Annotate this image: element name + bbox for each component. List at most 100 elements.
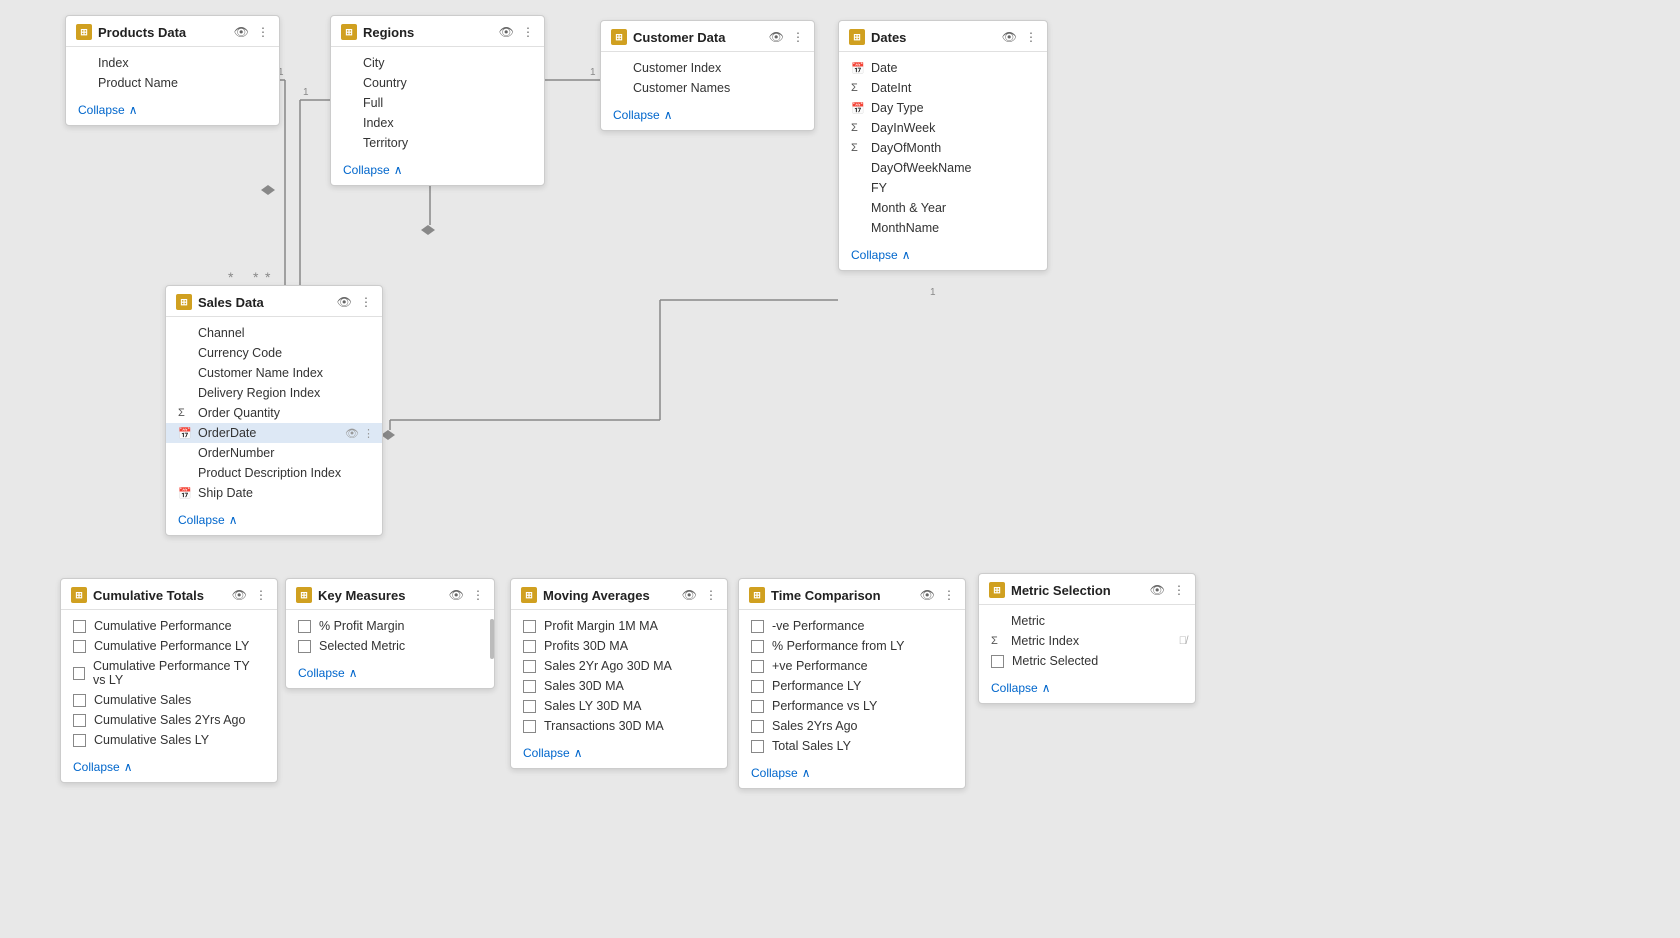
field-negative-performance[interactable]: -ve Performance bbox=[739, 616, 965, 636]
field-sales-30d-ma[interactable]: Sales 30D MA bbox=[511, 676, 727, 696]
cumulative-totals-eye-icon[interactable]: 👁 bbox=[232, 588, 247, 602]
moving-averages-actions[interactable]: 👁 ⋮ bbox=[682, 588, 717, 602]
customer-data-menu-icon[interactable]: ⋮ bbox=[792, 30, 804, 44]
field-cumulative-sales-2yrs-ago[interactable]: Cumulative Sales 2Yrs Ago bbox=[61, 710, 277, 730]
field-selected-metric[interactable]: Selected Metric bbox=[286, 636, 494, 656]
metric-selection-actions[interactable]: 👁 ⋮ bbox=[1150, 583, 1185, 597]
field-pct-performance-from-ly[interactable]: % Performance from LY bbox=[739, 636, 965, 656]
key-measures-collapse-label: Collapse bbox=[298, 666, 345, 680]
products-data-menu-icon[interactable]: ⋮ bbox=[257, 25, 269, 39]
field-country[interactable]: Country bbox=[331, 73, 544, 93]
field-dateint[interactable]: Σ DateInt bbox=[839, 78, 1047, 98]
field-regions-index[interactable]: Index bbox=[331, 113, 544, 133]
field-month-year[interactable]: Month & Year bbox=[839, 198, 1047, 218]
field-cumulative-sales-ly[interactable]: Cumulative Sales LY bbox=[61, 730, 277, 750]
field-territory[interactable]: Territory bbox=[331, 133, 544, 153]
time-comparison-eye-icon[interactable]: 👁 bbox=[920, 588, 935, 602]
key-measures-eye-icon[interactable]: 👁 bbox=[449, 588, 464, 602]
field-orderdate[interactable]: 📅 OrderDate 👁 ⋮ bbox=[166, 423, 382, 443]
cumulative-totals-collapse[interactable]: Collapse ∧ bbox=[61, 754, 277, 782]
field-profit-margin[interactable]: % Profit Margin bbox=[286, 616, 494, 636]
field-sales-2yrs-ago[interactable]: Sales 2Yrs Ago bbox=[739, 716, 965, 736]
field-order-quantity[interactable]: Σ Order Quantity bbox=[166, 403, 382, 423]
field-customer-names[interactable]: Customer Names bbox=[601, 78, 814, 98]
metric-selection-menu-icon[interactable]: ⋮ bbox=[1173, 583, 1185, 597]
field-sales-2yr-ago-30d-ma[interactable]: Sales 2Yr Ago 30D MA bbox=[511, 656, 727, 676]
cumulative-totals-actions[interactable]: 👁 ⋮ bbox=[232, 588, 267, 602]
key-measures-scrollbar[interactable] bbox=[490, 619, 494, 648]
field-ordernumber[interactable]: OrderNumber bbox=[166, 443, 382, 463]
moving-averages-eye-icon[interactable]: 👁 bbox=[682, 588, 697, 602]
products-data-collapse-icon: ∧ bbox=[129, 103, 138, 117]
measure-icon-2 bbox=[73, 640, 86, 653]
sales-data-collapse[interactable]: Collapse ∧ bbox=[166, 507, 382, 535]
time-comparison-header: ⊞ Time Comparison 👁 ⋮ bbox=[739, 579, 965, 610]
products-data-collapse[interactable]: Collapse ∧ bbox=[66, 97, 279, 125]
field-cumulative-performance-ty-vs-ly[interactable]: Cumulative Performance TY vs LY bbox=[61, 656, 277, 690]
time-comparison-actions[interactable]: 👁 ⋮ bbox=[920, 588, 955, 602]
metric-selection-eye-icon[interactable]: 👁 bbox=[1150, 583, 1165, 597]
field-channel[interactable]: Channel bbox=[166, 323, 382, 343]
field-metric[interactable]: Metric bbox=[979, 611, 1195, 631]
time-comparison-collapse[interactable]: Collapse ∧ bbox=[739, 760, 965, 788]
field-ship-date[interactable]: 📅 Ship Date bbox=[166, 483, 382, 503]
sales-data-eye-icon[interactable]: 👁 bbox=[337, 295, 352, 309]
time-comparison-menu-icon[interactable]: ⋮ bbox=[943, 588, 955, 602]
customer-data-eye-icon[interactable]: 👁 bbox=[769, 30, 784, 44]
sales-data-menu-icon[interactable]: ⋮ bbox=[360, 295, 372, 309]
key-measures-collapse[interactable]: Collapse ∧ bbox=[286, 660, 494, 688]
field-dayofweekname[interactable]: DayOfWeekName bbox=[839, 158, 1047, 178]
dates-actions[interactable]: 👁 ⋮ bbox=[1002, 30, 1037, 44]
field-metric-index-eye[interactable]: 👁̸ bbox=[1179, 635, 1187, 647]
field-full[interactable]: Full bbox=[331, 93, 544, 113]
field-customer-index[interactable]: Customer Index bbox=[601, 58, 814, 78]
field-monthname[interactable]: MonthName bbox=[839, 218, 1047, 238]
field-currency-code[interactable]: Currency Code bbox=[166, 343, 382, 363]
field-profits-30d-ma[interactable]: Profits 30D MA bbox=[511, 636, 727, 656]
key-measures-menu-icon[interactable]: ⋮ bbox=[472, 588, 484, 602]
field-transactions-30d-ma[interactable]: Transactions 30D MA bbox=[511, 716, 727, 736]
regions-menu-icon[interactable]: ⋮ bbox=[522, 25, 534, 39]
regions-collapse[interactable]: Collapse ∧ bbox=[331, 157, 544, 185]
field-city[interactable]: City bbox=[331, 53, 544, 73]
field-index[interactable]: Index bbox=[66, 53, 279, 73]
field-date[interactable]: 📅 Date bbox=[839, 58, 1047, 78]
customer-data-collapse[interactable]: Collapse ∧ bbox=[601, 102, 814, 130]
regions-eye-icon[interactable]: 👁 bbox=[499, 25, 514, 39]
field-fy[interactable]: FY bbox=[839, 178, 1047, 198]
field-performance-vs-ly[interactable]: Performance vs LY bbox=[739, 696, 965, 716]
field-customer-name-index[interactable]: Customer Name Index bbox=[166, 363, 382, 383]
field-cumulative-performance[interactable]: Cumulative Performance bbox=[61, 616, 277, 636]
field-metric-index-label: Metric Index bbox=[1011, 634, 1079, 648]
field-delivery-region-index[interactable]: Delivery Region Index bbox=[166, 383, 382, 403]
field-dayofmonth[interactable]: Σ DayOfMonth bbox=[839, 138, 1047, 158]
field-product-description-index[interactable]: Product Description Index bbox=[166, 463, 382, 483]
metric-selection-collapse[interactable]: Collapse ∧ bbox=[979, 675, 1195, 703]
dates-menu-icon[interactable]: ⋮ bbox=[1025, 30, 1037, 44]
key-measures-actions[interactable]: 👁 ⋮ bbox=[449, 588, 484, 602]
field-total-sales-ly[interactable]: Total Sales LY bbox=[739, 736, 965, 756]
field-performance-ly[interactable]: Performance LY bbox=[739, 676, 965, 696]
customer-data-actions[interactable]: 👁 ⋮ bbox=[769, 30, 804, 44]
field-day-type[interactable]: 📅 Day Type bbox=[839, 98, 1047, 118]
moving-averages-collapse[interactable]: Collapse ∧ bbox=[511, 740, 727, 768]
field-cumulative-performance-ly[interactable]: Cumulative Performance LY bbox=[61, 636, 277, 656]
field-orderdate-dots[interactable]: ⋮ bbox=[363, 427, 374, 440]
moving-averages-menu-icon[interactable]: ⋮ bbox=[705, 588, 717, 602]
products-data-eye-icon[interactable]: 👁 bbox=[234, 25, 249, 39]
dates-collapse[interactable]: Collapse ∧ bbox=[839, 242, 1047, 270]
field-positive-performance[interactable]: +ve Performance bbox=[739, 656, 965, 676]
field-sales-ly-30d-ma[interactable]: Sales LY 30D MA bbox=[511, 696, 727, 716]
cumulative-totals-menu-icon[interactable]: ⋮ bbox=[255, 588, 267, 602]
field-orderdate-eye[interactable]: 👁 bbox=[345, 427, 359, 440]
regions-actions[interactable]: 👁 ⋮ bbox=[499, 25, 534, 39]
field-cumulative-sales[interactable]: Cumulative Sales bbox=[61, 690, 277, 710]
field-metric-index[interactable]: Σ Metric Index 👁̸ bbox=[979, 631, 1195, 651]
field-product-name[interactable]: Product Name bbox=[66, 73, 279, 93]
dates-eye-icon[interactable]: 👁 bbox=[1002, 30, 1017, 44]
products-data-actions[interactable]: 👁 ⋮ bbox=[234, 25, 269, 39]
field-dayinweek[interactable]: Σ DayInWeek bbox=[839, 118, 1047, 138]
field-profit-margin-1m-ma[interactable]: Profit Margin 1M MA bbox=[511, 616, 727, 636]
field-metric-selected[interactable]: Metric Selected bbox=[979, 651, 1195, 671]
sales-data-actions[interactable]: 👁 ⋮ bbox=[337, 295, 372, 309]
